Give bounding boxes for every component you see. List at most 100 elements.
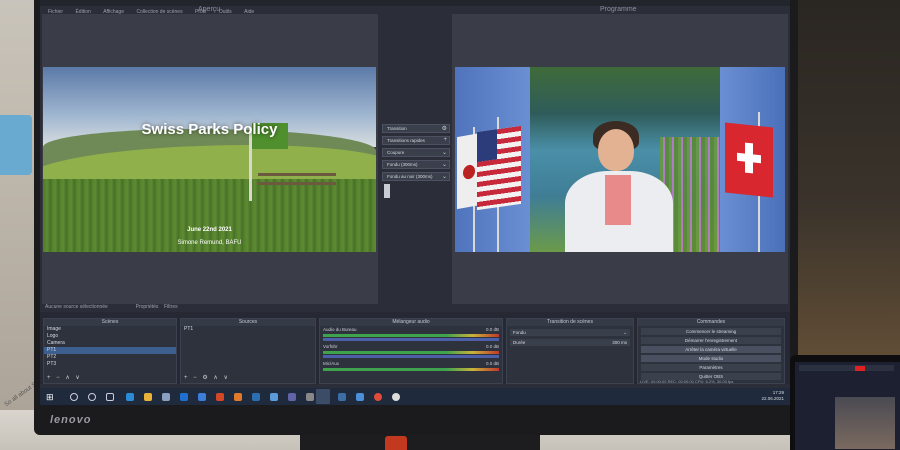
- phone-screen: [795, 362, 900, 450]
- cortana-icon[interactable]: [88, 393, 96, 401]
- app-icon[interactable]: [270, 393, 278, 401]
- app-icon[interactable]: [306, 393, 314, 401]
- menu-bar: Fichier Édition Affichage Collection de …: [40, 0, 790, 15]
- settings-button[interactable]: Paramètres: [641, 364, 781, 371]
- virtual-camera-button[interactable]: Arrêter la caméra virtuelle: [641, 346, 781, 353]
- sources-title: Sources: [181, 319, 315, 326]
- phone-live-badge: [855, 366, 865, 371]
- quick-transitions-label: Transitions rapides: [387, 138, 425, 143]
- scene-item[interactable]: Logo: [44, 333, 176, 340]
- chevron-down-icon[interactable]: ⌄: [442, 161, 447, 168]
- obs-taskbar-active[interactable]: [316, 389, 330, 404]
- windows-taskbar: ⊞ 17:29 22.06.2021: [40, 388, 790, 405]
- filters-button[interactable]: Filtres: [164, 304, 178, 310]
- properties-button[interactable]: Propriétés: [136, 304, 159, 310]
- program-speaker-shirt: [605, 175, 631, 225]
- bottom-dock: Aucune source sélectionnée Propriétés Fi…: [40, 304, 790, 384]
- duration-value: 300 ms: [612, 340, 627, 345]
- windows-start-icon[interactable]: ⊞: [46, 392, 54, 403]
- preview-slide-image: Swiss Parks Policy June 22nd 2021 Simone…: [43, 67, 376, 252]
- no-source-text: Aucune source sélectionnée: [45, 304, 108, 310]
- mixer-channel: Audio du Bureau 0.0 dB: [320, 326, 502, 333]
- start-recording-button[interactable]: Démarrer l'enregistrement: [641, 337, 781, 344]
- transition-cut[interactable]: Coupure ⌄: [382, 148, 450, 157]
- obs-icon[interactable]: [392, 393, 400, 401]
- audio-mixer-dock: Mélangeur audio Audio du Bureau 0.0 dB Vo…: [319, 318, 503, 384]
- chevron-down-icon: ⌄: [623, 330, 627, 335]
- mixer-channel-db: 0.0 dB: [485, 361, 499, 366]
- transition-fade-black[interactable]: Fondu au noir (300ms) ⌄: [382, 172, 450, 181]
- program-panel[interactable]: [452, 14, 788, 304]
- transition-fade-black-label: Fondu au noir (300ms): [387, 174, 433, 179]
- chevron-down-icon[interactable]: ⌄: [442, 173, 447, 180]
- controls-dock: Commandes Commencer le streaming Démarre…: [637, 318, 785, 384]
- plus-icon[interactable]: +: [443, 137, 447, 143]
- slide-bench: [258, 173, 336, 185]
- start-streaming-button[interactable]: Commencer le streaming: [641, 328, 781, 335]
- stand-cable: [385, 436, 407, 450]
- status-bar: LIVE: 00:00:00 REC: 00:00:00 CPU: 6.2%, …: [640, 379, 734, 384]
- edge-icon[interactable]: [126, 393, 134, 401]
- powerpoint-icon[interactable]: [216, 393, 224, 401]
- scene-item[interactable]: Image: [44, 326, 176, 333]
- scene-item[interactable]: PT3: [44, 361, 176, 368]
- slide-author: Simone Remund, BAFU: [177, 240, 242, 246]
- scene-item[interactable]: Camera: [44, 340, 176, 347]
- search-icon[interactable]: [70, 393, 78, 401]
- firefox-icon[interactable]: [234, 393, 242, 401]
- mail-icon[interactable]: [180, 393, 188, 401]
- scene-item[interactable]: PT2: [44, 354, 176, 361]
- monitor-brand-logo: lenovo: [50, 414, 92, 426]
- volume-slider[interactable]: [323, 355, 499, 358]
- studio-mode-button[interactable]: Mode studio: [641, 355, 781, 362]
- sources-dock: Sources PT1 + − ⚙ ∧ ∨: [180, 318, 316, 384]
- t-bar-slider[interactable]: [384, 184, 390, 198]
- volume-slider[interactable]: [323, 338, 499, 341]
- quick-transitions[interactable]: Transitions rapides +: [382, 136, 450, 145]
- mixer-channel: Vorführ 0.0 dB: [320, 343, 502, 350]
- scenes-toolbar[interactable]: + − ∧ ∨: [47, 374, 82, 381]
- clock-date: 22.06.2021: [761, 396, 784, 401]
- transition-label: Transition: [387, 126, 407, 131]
- preview-panel[interactable]: Swiss Parks Policy June 22nd 2021 Simone…: [42, 14, 378, 304]
- gear-icon[interactable]: ⚙: [442, 125, 447, 132]
- program-speaker-head: [598, 129, 634, 171]
- mixer-channel: Mic/Aux 0.0 dB: [320, 360, 502, 367]
- transition-button[interactable]: Transition ⚙: [382, 124, 450, 133]
- file-explorer-icon[interactable]: [144, 393, 152, 401]
- app-icon[interactable]: [338, 393, 346, 401]
- scenes-dock: Scènes Image Logo Camera PT1 PT2 PT3 + −…: [43, 318, 177, 384]
- word-icon[interactable]: [198, 393, 206, 401]
- mixer-channel-name: Vorführ: [323, 344, 338, 349]
- mixer-title: Mélangeur audio: [320, 319, 502, 326]
- transition-select[interactable]: Fondu ⌄: [510, 329, 630, 336]
- program-title: Programme: [600, 6, 637, 13]
- chevron-down-icon[interactable]: ⌄: [442, 149, 447, 156]
- scene-transitions-title: Transition de scènes: [507, 319, 633, 326]
- volume-meter: [323, 368, 499, 371]
- scenes-title: Scènes: [44, 319, 176, 326]
- transition-fade-label: Fondu (300ms): [387, 162, 418, 167]
- taskbar-clock[interactable]: 17:29 22.06.2021: [761, 390, 784, 402]
- app-icon[interactable]: [356, 393, 364, 401]
- store-icon[interactable]: [162, 393, 170, 401]
- program-us-flag: [477, 125, 521, 211]
- mixer-channel-db: 0.0 dB: [485, 327, 499, 332]
- teams-icon[interactable]: [288, 393, 296, 401]
- transition-panel: Transition ⚙ Transitions rapides + Coupure…: [382, 124, 450, 198]
- volume-meter: [323, 334, 499, 337]
- outlook-icon[interactable]: [252, 393, 260, 401]
- task-view-icon[interactable]: [106, 393, 114, 401]
- preview-title: Aperçu: [198, 6, 221, 13]
- duration-field[interactable]: Durée 300 ms: [510, 339, 630, 346]
- mixer-channel-name: Audio du Bureau: [323, 327, 357, 332]
- background-phone: [790, 355, 900, 450]
- transition-fade[interactable]: Fondu (300ms) ⌄: [382, 160, 450, 169]
- mixer-channel-db: 0.0 dB: [485, 344, 499, 349]
- chrome-icon[interactable]: [374, 393, 382, 401]
- transition-select-value: Fondu: [513, 330, 526, 335]
- source-item[interactable]: PT1: [181, 326, 315, 333]
- scene-item-selected[interactable]: PT1: [44, 347, 176, 354]
- slide-date: June 22nd 2021: [187, 227, 232, 233]
- sources-toolbar[interactable]: + − ⚙ ∧ ∨: [184, 374, 230, 381]
